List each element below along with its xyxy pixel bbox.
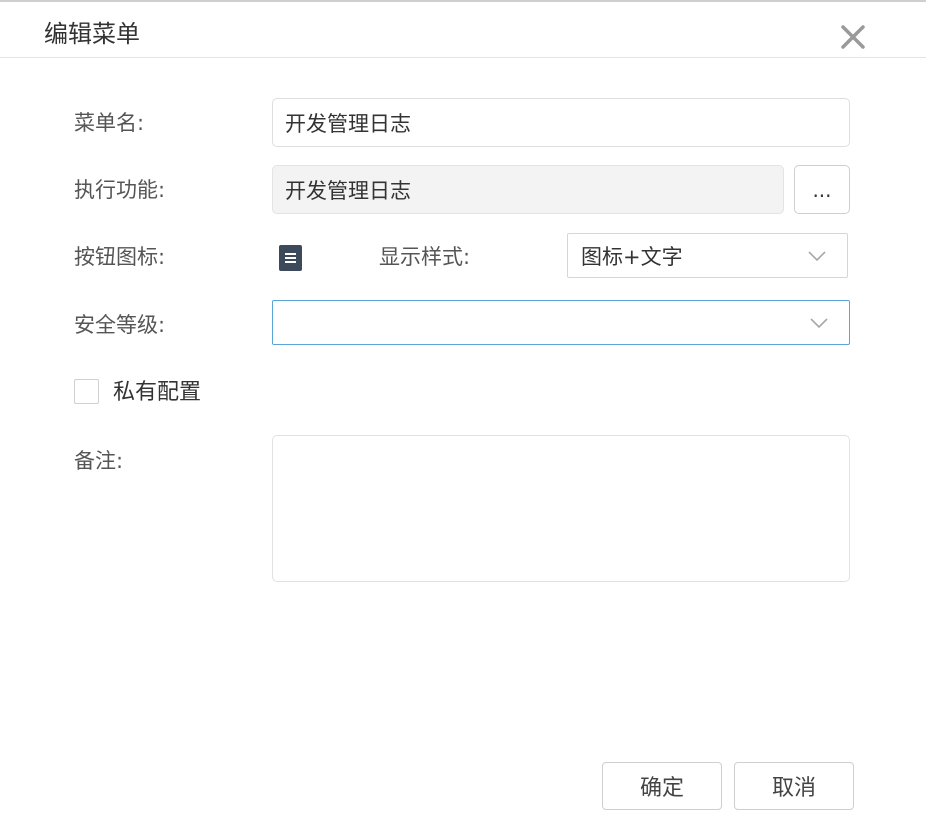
private-config-label[interactable]: 私有配置: [113, 378, 201, 408]
function-input: 开发管理日志: [272, 165, 784, 214]
function-label: 执行功能:: [74, 178, 166, 202]
list-document-icon[interactable]: [279, 245, 302, 271]
chevron-down-icon: [808, 250, 826, 261]
display-style-value: 图标+文字: [581, 244, 683, 269]
cancel-button[interactable]: 取消: [734, 762, 854, 810]
remark-label: 备注:: [74, 449, 124, 473]
close-icon[interactable]: [836, 20, 870, 54]
remark-textarea[interactable]: [272, 435, 850, 582]
browse-function-button[interactable]: ...: [794, 165, 850, 214]
menu-name-input[interactable]: 开发管理日志: [272, 98, 850, 147]
dialog-header: 编辑菜单: [0, 2, 926, 58]
security-level-label: 安全等级:: [74, 313, 166, 337]
confirm-button[interactable]: 确定: [602, 762, 722, 810]
chevron-down-icon: [810, 317, 828, 328]
display-style-select[interactable]: 图标+文字: [567, 233, 848, 278]
dialog-title: 编辑菜单: [44, 20, 140, 48]
private-config-checkbox[interactable]: [74, 379, 99, 404]
edit-menu-dialog: 编辑菜单 菜单名: 开发管理日志 执行功能: 开发管理日志 ... 按钮图标: …: [0, 0, 926, 828]
display-style-label: 显示样式:: [379, 245, 471, 269]
menu-name-label: 菜单名:: [74, 111, 145, 135]
button-icon-label: 按钮图标:: [74, 245, 166, 269]
security-level-select[interactable]: [272, 300, 850, 345]
